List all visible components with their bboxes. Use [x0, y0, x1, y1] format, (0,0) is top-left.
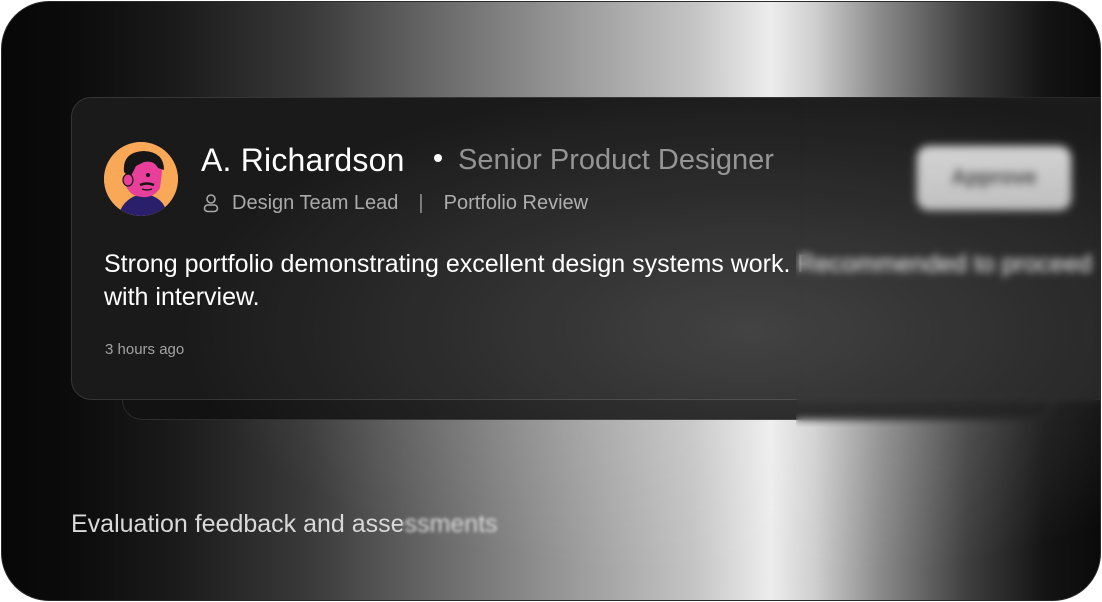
- avatar: [104, 142, 178, 216]
- review-comment: Strong portfolio demonstrating excellent…: [104, 250, 1093, 311]
- reviewer-role: Senior Product Designer: [458, 144, 774, 176]
- approve-button[interactable]: Approve: [917, 146, 1071, 210]
- reviewer-name: A. Richardson: [201, 142, 405, 178]
- review-card: A. Richardson Senior Product Designer De…: [71, 97, 1100, 400]
- review-timestamp: 3 hours ago: [105, 341, 185, 358]
- separator-dot: [434, 154, 442, 162]
- meta-separator: |: [418, 191, 424, 214]
- person-icon: [203, 194, 219, 213]
- section-caption: Evaluation feedback and assessments: [71, 510, 498, 538]
- showcase-frame: A. Richardson Senior Product Designer De…: [1, 1, 1101, 601]
- review-type: Portfolio Review: [443, 191, 589, 214]
- reviewer-meta: Design Team Lead | Portfolio Review: [202, 191, 588, 215]
- reviewer-department: Design Team Lead: [232, 191, 399, 214]
